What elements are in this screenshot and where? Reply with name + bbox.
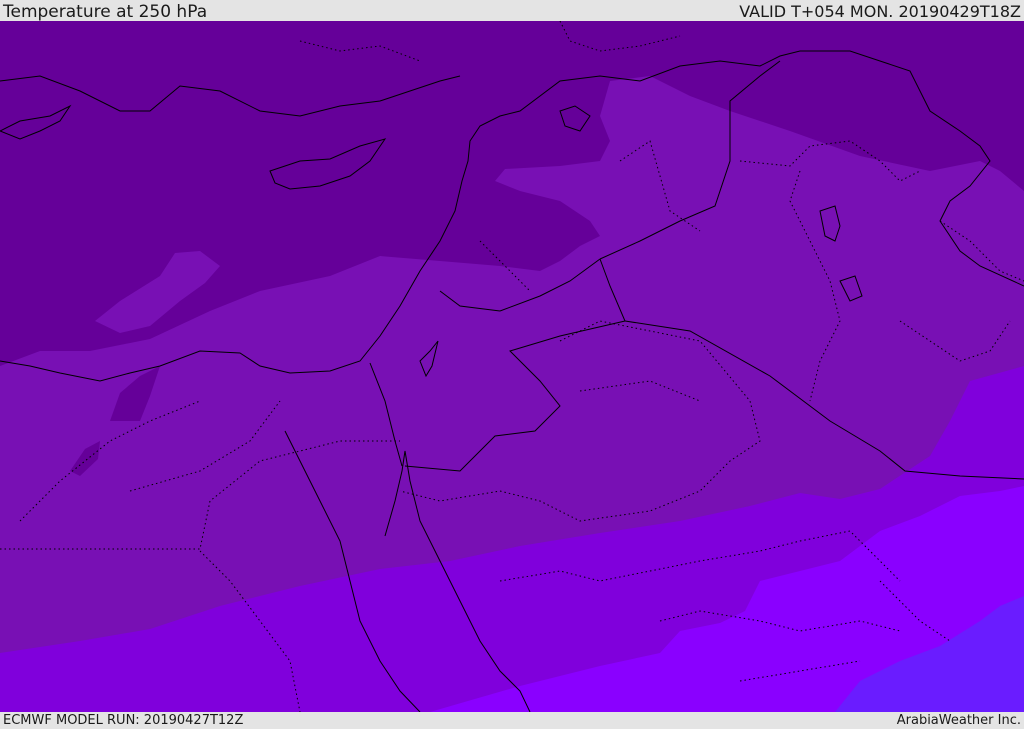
brand-credit: ArabiaWeather Inc.	[896, 713, 1021, 728]
map-title: Temperature at 250 hPa	[3, 2, 208, 22]
temperature-map[interactable]	[0, 21, 1024, 712]
header-bar: Temperature at 250 hPa VALID T+054 MON. …	[0, 0, 1024, 22]
valid-time: VALID T+054 MON. 20190429T18Z	[739, 2, 1021, 21]
footer-bar: ECMWF MODEL RUN: 20190427T12Z ArabiaWeat…	[0, 712, 1024, 729]
map-canvas	[0, 21, 1024, 712]
model-run: ECMWF MODEL RUN: 20190427T12Z	[3, 713, 244, 728]
